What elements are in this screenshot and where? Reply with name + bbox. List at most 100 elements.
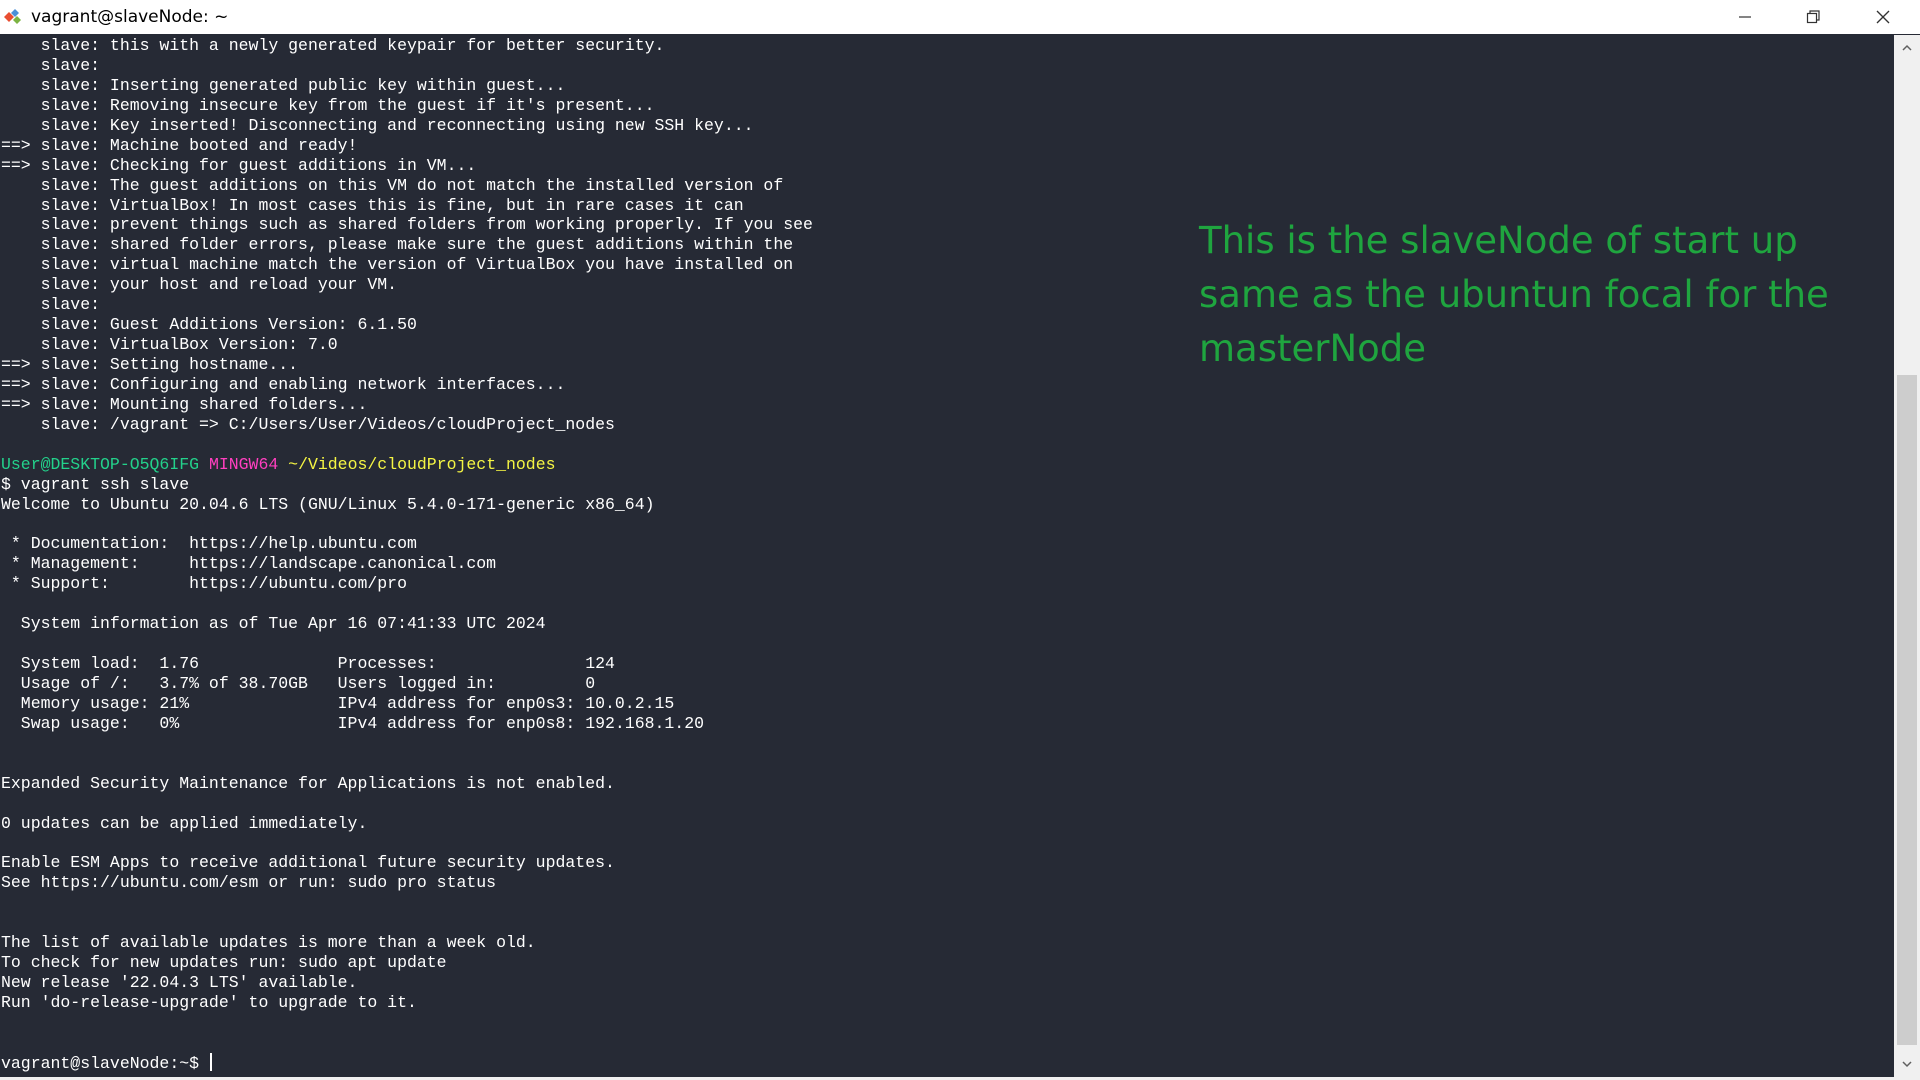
terminal-line: slave: virtual machine match the version…	[1, 255, 813, 275]
terminal-line: ==> slave: Mounting shared folders...	[1, 395, 813, 415]
line-text: To check for new updates run: sudo apt u…	[1, 953, 447, 973]
line-text: slave: virtual machine match the version…	[1, 255, 794, 275]
line-text: slave: Key inserted! Disconnecting and r…	[1, 115, 754, 135]
terminal-line: Run 'do-release-upgrade' to upgrade to i…	[1, 993, 813, 1013]
line-text: See https://ubuntu.com/esm or run: sudo …	[1, 873, 497, 893]
terminal-line: slave:	[1, 56, 813, 76]
line-text: ==> slave: Mounting shared folders...	[1, 394, 368, 414]
terminal-line: To check for new updates run: sudo apt u…	[1, 953, 813, 973]
line-text: Memory usage: 21% IPv4 address for enp0s…	[1, 693, 675, 713]
close-icon	[1876, 10, 1890, 24]
close-button[interactable]	[1850, 0, 1916, 34]
minimize-button[interactable]	[1712, 0, 1778, 34]
line-text: slave: Guest Additions Version: 6.1.50	[1, 315, 417, 335]
terminal-line: slave: this with a newly generated keypa…	[1, 36, 813, 56]
terminal-line: See https://ubuntu.com/esm or run: sudo …	[1, 873, 813, 893]
terminal-line: slave: prevent things such as shared fol…	[1, 215, 813, 235]
terminal-line: * Management: https://landscape.canonica…	[1, 554, 813, 574]
terminal-line: slave: VirtualBox! In most cases this is…	[1, 196, 813, 216]
scroll-down-arrow-icon	[1902, 1061, 1912, 1068]
terminal-line: slave: The guest additions on this VM do…	[1, 176, 813, 196]
restore-icon	[1806, 10, 1820, 24]
scrollbar-thumb[interactable]	[1897, 375, 1917, 1045]
terminal-output[interactable]: slave: this with a newly generated keypa…	[0, 35, 1893, 1077]
scroll-up-arrow-icon	[1902, 44, 1912, 51]
terminal-line: Enable ESM Apps to receive additional fu…	[1, 853, 813, 873]
scroll-down-button[interactable]	[1894, 1051, 1920, 1077]
line-text: Run 'do-release-upgrade' to upgrade to i…	[1, 993, 417, 1012]
terminal-line: System load: 1.76 Processes: 124	[1, 654, 813, 674]
line-text: * Management: https://landscape.canonica…	[1, 554, 497, 574]
line-text: slave: Inserting generated public key wi…	[1, 75, 566, 95]
line-text: slave:	[1, 295, 101, 315]
terminal-line: slave: /vagrant => C:/Users/User/Videos/…	[1, 415, 813, 435]
line-text: 0 updates can be applied immediately.	[1, 813, 368, 833]
line-text: * Support: https://ubuntu.com/pro	[1, 574, 407, 594]
line-text: ==> slave: Setting hostname...	[1, 355, 299, 374]
terminal-line: Usage of /: 3.7% of 38.70GB Users logged…	[1, 674, 813, 694]
shell-prompt-line: vagrant@slaveNode:~$	[1, 1052, 813, 1073]
line-text: Swap usage: 0% IPv4 address for enp0s8: …	[1, 713, 705, 733]
text-cursor	[209, 1052, 212, 1071]
scroll-up-button[interactable]	[1894, 35, 1920, 61]
prompt-segment: User@DESKTOP-O5Q6IFG	[1, 454, 200, 474]
terminal-line: $ vagrant ssh slave	[1, 475, 813, 495]
line-text: The list of available updates is more th…	[1, 933, 536, 953]
terminal-line: slave: Removing insecure key from the gu…	[1, 96, 813, 116]
annotation-text: This is the slaveNode of start up same a…	[1199, 219, 1829, 370]
line-text: slave: VirtualBox Version: 7.0	[1, 335, 338, 355]
line-text: vagrant@slaveNode:~$	[1, 1053, 209, 1073]
prompt-segment	[278, 455, 288, 474]
prompt-segment	[199, 455, 209, 474]
line-text: slave: /vagrant => C:/Users/User/Videos/…	[1, 414, 615, 434]
terminal-lines: slave: this with a newly generated keypa…	[1, 36, 813, 1073]
line-text: slave: prevent things such as shared fol…	[1, 215, 813, 235]
maximize-button[interactable]	[1780, 0, 1846, 34]
terminal-line: System information as of Tue Apr 16 07:4…	[1, 614, 813, 634]
line-text: System information as of Tue Apr 16 07:4…	[1, 614, 546, 634]
terminal-line: * Documentation: https://help.ubuntu.com	[1, 534, 813, 554]
terminal-line: slave: Key inserted! Disconnecting and r…	[1, 116, 813, 136]
vertical-scrollbar[interactable]	[1894, 35, 1920, 1077]
line-text: Usage of /: 3.7% of 38.70GB Users logged…	[1, 674, 596, 693]
line-text: ==> slave: Configuring and enabling netw…	[1, 374, 566, 394]
prompt-line: User@DESKTOP-O5Q6IFG MINGW64 ~/Videos/cl…	[1, 455, 813, 475]
title-bar[interactable]: vagrant@slaveNode: ~	[0, 0, 1920, 34]
line-text: ==> slave: Machine booted and ready!	[1, 135, 358, 155]
terminal-line: ==> slave: Machine booted and ready!	[1, 136, 813, 156]
line-text: New release '22.04.3 LTS' available.	[1, 973, 358, 993]
line-text: ==> slave: Checking for guest additions …	[1, 155, 477, 175]
line-text: slave: VirtualBox! In most cases this is…	[1, 195, 744, 215]
terminal-line: Welcome to Ubuntu 20.04.6 LTS (GNU/Linux…	[1, 495, 813, 515]
terminal-line: slave: shared folder errors, please make…	[1, 235, 813, 255]
line-text: slave: The guest additions on this VM do…	[1, 175, 784, 195]
line-text: slave: this with a newly generated keypa…	[1, 36, 665, 55]
terminal-line: ==> slave: Checking for guest additions …	[1, 156, 813, 176]
line-text: * Documentation: https://help.ubuntu.com	[1, 534, 417, 554]
line-text: slave:	[1, 55, 101, 75]
terminal-line: slave:	[1, 295, 813, 315]
terminal-line: ==> slave: Setting hostname...	[1, 355, 813, 375]
terminal-line: Swap usage: 0% IPv4 address for enp0s8: …	[1, 714, 813, 734]
terminal-line: Memory usage: 21% IPv4 address for enp0s…	[1, 694, 813, 714]
terminal-line: slave: Guest Additions Version: 6.1.50	[1, 315, 813, 335]
terminal-line: ==> slave: Configuring and enabling netw…	[1, 375, 813, 395]
prompt-segment: ~/Videos/cloudProject_nodes	[288, 454, 556, 474]
line-text: $ vagrant ssh slave	[1, 474, 190, 494]
line-text: slave: shared folder errors, please make…	[1, 235, 794, 255]
terminal-line: 0 updates can be applied immediately.	[1, 814, 813, 834]
terminal-line: slave: VirtualBox Version: 7.0	[1, 335, 813, 355]
minimize-icon	[1739, 16, 1751, 18]
line-text: slave: your host and reload your VM.	[1, 275, 398, 295]
